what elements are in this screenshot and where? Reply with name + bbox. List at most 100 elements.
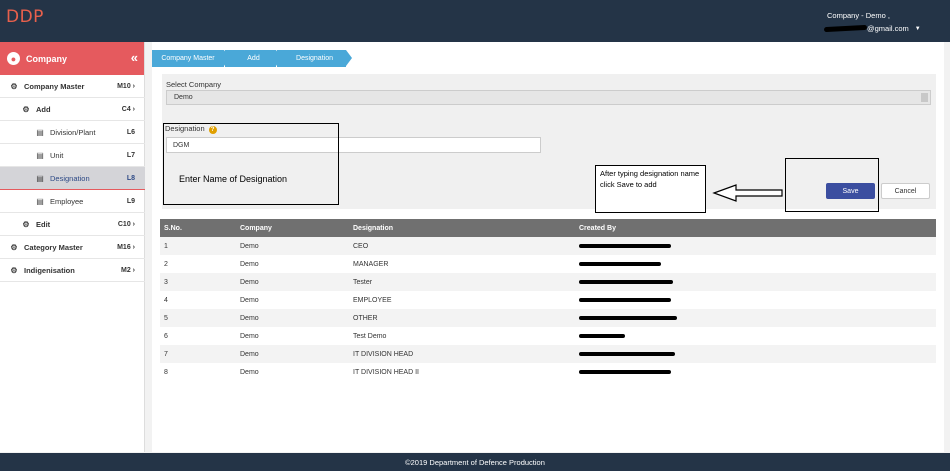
sidebar-item-code-text: M10	[117, 82, 131, 90]
sidebar-item-code-text: M16	[117, 243, 131, 251]
sidebar-item-label: Edit	[36, 219, 51, 229]
sidebar-item-indigenisation[interactable]: ⚙ Indigenisation M2 ›	[0, 259, 145, 282]
header-created-by[interactable]: Created By	[579, 219, 616, 237]
sidebar-item-code: M10 ›	[117, 83, 135, 90]
app-logo[interactable]: DDP	[6, 7, 44, 27]
redacted-email	[579, 316, 677, 320]
header-company[interactable]: Company	[240, 219, 272, 237]
sidebar-item-category-master[interactable]: ⚙ Category Master M16 ›	[0, 236, 145, 259]
user-menu[interactable]: @gmail.com ▼	[823, 24, 921, 33]
sidebar-item-code-text: C4	[121, 105, 131, 113]
sidebar-item-code-text: L8	[126, 174, 135, 182]
header-sno[interactable]: S.No.	[164, 219, 182, 237]
cell-sno: 5	[164, 314, 168, 322]
redacted-email	[579, 334, 625, 338]
cell-company: Demo	[240, 242, 259, 250]
sidebar-item-label: Division/Plant	[50, 127, 96, 137]
arrow-left-icon	[712, 184, 783, 202]
breadcrumb-add[interactable]: Add	[224, 50, 282, 67]
dashboard-icon: ⚙	[10, 81, 18, 91]
select-arrow-icon[interactable]	[921, 93, 928, 102]
top-bar: DDP Company - Demo , @gmail.com ▼	[0, 0, 950, 42]
sidebar-item-label: Category Master	[24, 242, 83, 252]
redacted-email-mark	[823, 24, 868, 33]
cell-created-by	[579, 255, 661, 273]
cell-designation: Tester	[353, 278, 373, 286]
redacted-email	[579, 370, 671, 374]
cell-designation: MANAGER	[353, 260, 389, 268]
collapse-icon[interactable]: «	[131, 50, 138, 65]
sidebar-item-company-master[interactable]: ⚙ Company Master M10 ›	[0, 75, 145, 98]
breadcrumb-designation[interactable]: Designation	[276, 50, 352, 67]
designation-table: S.No. Company Designation Created By 1 De…	[160, 219, 936, 381]
user-email: @gmail.com	[867, 24, 909, 33]
table-row[interactable]: 4 Demo EMPLOYEE	[160, 291, 936, 309]
list-icon: ▤	[36, 173, 44, 183]
redacted-email	[579, 280, 673, 284]
footer: ©2019 Department of Defence Production	[0, 453, 950, 471]
table-row[interactable]: 8 Demo IT DIVISION HEAD II	[160, 363, 936, 381]
chevron-right-icon: ›	[130, 82, 135, 90]
sidebar-item-label: Indigenisation	[24, 265, 75, 275]
redacted-email	[579, 298, 671, 302]
header-designation[interactable]: Designation	[353, 219, 393, 237]
chevron-right-icon: ›	[130, 243, 135, 251]
table-row[interactable]: 3 Demo Tester	[160, 273, 936, 291]
chevron-right-icon: ›	[130, 266, 135, 274]
sidebar-item-label: Employee	[50, 196, 84, 206]
sidebar-item-code-text: C10	[117, 220, 131, 228]
user-company: Company - Demo ,	[827, 11, 890, 20]
cancel-button[interactable]: Cancel	[881, 183, 930, 199]
annotation-note: After typing designation name click Save…	[595, 165, 706, 213]
sidebar-item-edit[interactable]: ⚙ Edit C10 ›	[0, 213, 145, 236]
table-row[interactable]: 6 Demo Test Demo	[160, 327, 936, 345]
cell-created-by	[579, 291, 671, 309]
dashboard-icon: ⚙	[10, 242, 18, 252]
sidebar-item-unit[interactable]: ▤ Unit L7	[0, 144, 145, 167]
cell-sno: 8	[164, 368, 168, 376]
cell-company: Demo	[240, 368, 259, 376]
list-icon: ▤	[36, 150, 44, 160]
sidebar-item-division-plant[interactable]: ▤ Division/Plant L6	[0, 121, 145, 144]
sidebar-item-add[interactable]: ⚙ Add C4 ›	[0, 98, 145, 121]
cell-company: Demo	[240, 314, 259, 322]
company-select[interactable]: Demo	[166, 90, 931, 105]
sidebar-item-code: C10 ›	[118, 221, 135, 228]
redacted-email	[579, 262, 661, 266]
cell-sno: 7	[164, 350, 168, 358]
breadcrumb-company-master[interactable]: Company Master	[152, 50, 230, 67]
chevron-down-icon[interactable]: ▼	[915, 26, 921, 32]
table-row[interactable]: 1 Demo CEO	[160, 237, 936, 255]
sidebar-item-code: L8	[127, 175, 135, 182]
sidebar-item-label: Designation	[50, 173, 90, 183]
table-row[interactable]: 7 Demo IT DIVISION HEAD	[160, 345, 936, 363]
sidebar-item-code-text: L6	[126, 128, 135, 136]
sidebar-header: ● Company «	[0, 42, 144, 75]
cell-designation: Test Demo	[353, 332, 387, 340]
cell-sno: 3	[164, 278, 168, 286]
cell-designation: CEO	[353, 242, 369, 250]
table-row[interactable]: 2 Demo MANAGER	[160, 255, 936, 273]
sidebar-item-label: Add	[36, 104, 51, 114]
annotation-enter-name: Enter Name of Designation	[179, 174, 288, 184]
cell-company: Demo	[240, 278, 259, 286]
cell-company: Demo	[240, 296, 259, 304]
cell-company: Demo	[240, 332, 259, 340]
cell-designation: OTHER	[353, 314, 378, 322]
table-row[interactable]: 5 Demo OTHER	[160, 309, 936, 327]
cell-created-by	[579, 237, 671, 255]
cell-designation: IT DIVISION HEAD II	[353, 368, 419, 376]
chevron-right-icon: ›	[130, 105, 135, 113]
cell-sno: 6	[164, 332, 168, 340]
sidebar-item-designation[interactable]: ▤ Designation L8	[0, 167, 145, 190]
cell-sno: 1	[164, 242, 168, 250]
save-button[interactable]: Save	[826, 183, 875, 199]
cell-created-by	[579, 363, 671, 381]
sidebar: ● Company « ⚙ Company Master M10 › ⚙ Add C4 ›…	[0, 42, 145, 452]
sidebar-item-employee[interactable]: ▤ Employee L9	[0, 190, 145, 213]
sidebar-item-code-text: L7	[126, 151, 135, 159]
sidebar-item-code: M2 ›	[121, 267, 135, 274]
chevron-right-icon: ›	[130, 220, 135, 228]
cell-company: Demo	[240, 260, 259, 268]
redacted-email	[579, 244, 671, 248]
